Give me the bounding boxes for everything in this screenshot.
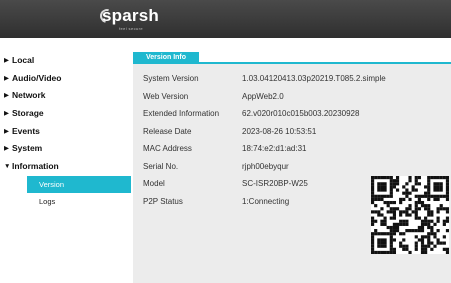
- info-label: MAC Address: [143, 144, 192, 153]
- tab-bar: Version Info: [133, 52, 451, 64]
- sidebar-item-label: Network: [12, 90, 46, 101]
- sidebar-item-audio-video[interactable]: ▶ Audio/Video: [0, 70, 131, 88]
- collapse-arrow-icon: ▼: [4, 163, 11, 171]
- info-value: SC-ISR20BP-W25: [242, 179, 308, 188]
- info-value: 1:Connecting: [242, 196, 290, 206]
- qr-code-icon: [371, 176, 450, 255]
- sidebar-item-label: Events: [12, 125, 40, 136]
- info-row-release-date: Release Date 2023-08-26 10:53:51: [143, 123, 443, 141]
- info-value: 18:74:e2:d1:ad:31: [242, 144, 307, 153]
- sidebar-item-information[interactable]: ▼ Information: [0, 158, 131, 176]
- info-row-web-version: Web Version AppWeb2.0: [143, 88, 443, 106]
- info-label: Extended Information: [143, 109, 220, 118]
- info-label: System Version: [143, 74, 199, 83]
- sidebar-item-network[interactable]: ▶ Network: [0, 87, 131, 105]
- info-label: Model: [143, 179, 165, 188]
- sidebar-item-label: Local: [12, 55, 35, 65]
- logo-tagline: feel secure: [119, 26, 143, 31]
- expand-arrow-icon: ▶: [4, 74, 9, 82]
- sidebar-item-system[interactable]: ▶ System: [0, 140, 131, 158]
- sidebar-item-label: Storage: [12, 108, 44, 119]
- info-row-extended-information: Extended Information 62.v020r010c015b003.…: [143, 105, 443, 123]
- expand-arrow-icon: ▶: [4, 92, 9, 100]
- sidebar-item-label: System: [12, 143, 43, 154]
- info-value: 2023-08-26 10:53:51: [242, 126, 317, 136]
- info-value: AppWeb2.0: [242, 91, 284, 101]
- info-label: Web Version: [143, 91, 189, 101]
- sidebar-subitem-version[interactable]: Version: [27, 175, 131, 193]
- sidebar-subitem-logs[interactable]: Logs: [0, 193, 131, 210]
- expand-arrow-icon: ▶: [4, 110, 9, 118]
- info-row-system-version: System Version 1.03.04120413.03p20219.T08…: [143, 70, 443, 88]
- sidebar-item-events[interactable]: ▶ Events: [0, 123, 131, 141]
- expand-arrow-icon: ▶: [4, 145, 9, 153]
- info-row-serial-no: Serial No. rjph00ebyqur: [143, 158, 443, 176]
- info-label: P2P Status: [143, 196, 183, 206]
- logo-text: sparsh: [102, 6, 159, 25]
- info-value: rjph00ebyqur: [242, 161, 289, 171]
- info-value: 62.v020r010c015b003.20230928: [242, 109, 360, 118]
- expand-arrow-icon: ▶: [4, 127, 9, 135]
- qr-code-graphic: [371, 176, 450, 255]
- info-label: Release Date: [143, 126, 192, 136]
- info-value: 1.03.04120413.03p20219.T085.2.simple: [242, 74, 386, 83]
- top-header: sparsh feel secure: [0, 0, 451, 38]
- info-row-mac-address: MAC Address 18:74:e2:d1:ad:31: [143, 140, 443, 158]
- info-label: Serial No.: [143, 161, 179, 171]
- expand-arrow-icon: ▶: [4, 57, 9, 64]
- sidebar-item-label: Information: [12, 161, 59, 172]
- sparsh-logo: sparsh feel secure: [97, 6, 160, 34]
- sidebar-item-local[interactable]: ▶ Local: [0, 52, 131, 70]
- sidebar-item-storage[interactable]: ▶ Storage: [0, 105, 131, 123]
- sidebar-item-label: Audio/Video: [12, 72, 62, 83]
- tab-version-info[interactable]: Version Info: [133, 52, 199, 64]
- sidebar-nav: ▶ Local ▶ Audio/Video ▶ Network ▶ Storage ▶ E…: [0, 52, 131, 210]
